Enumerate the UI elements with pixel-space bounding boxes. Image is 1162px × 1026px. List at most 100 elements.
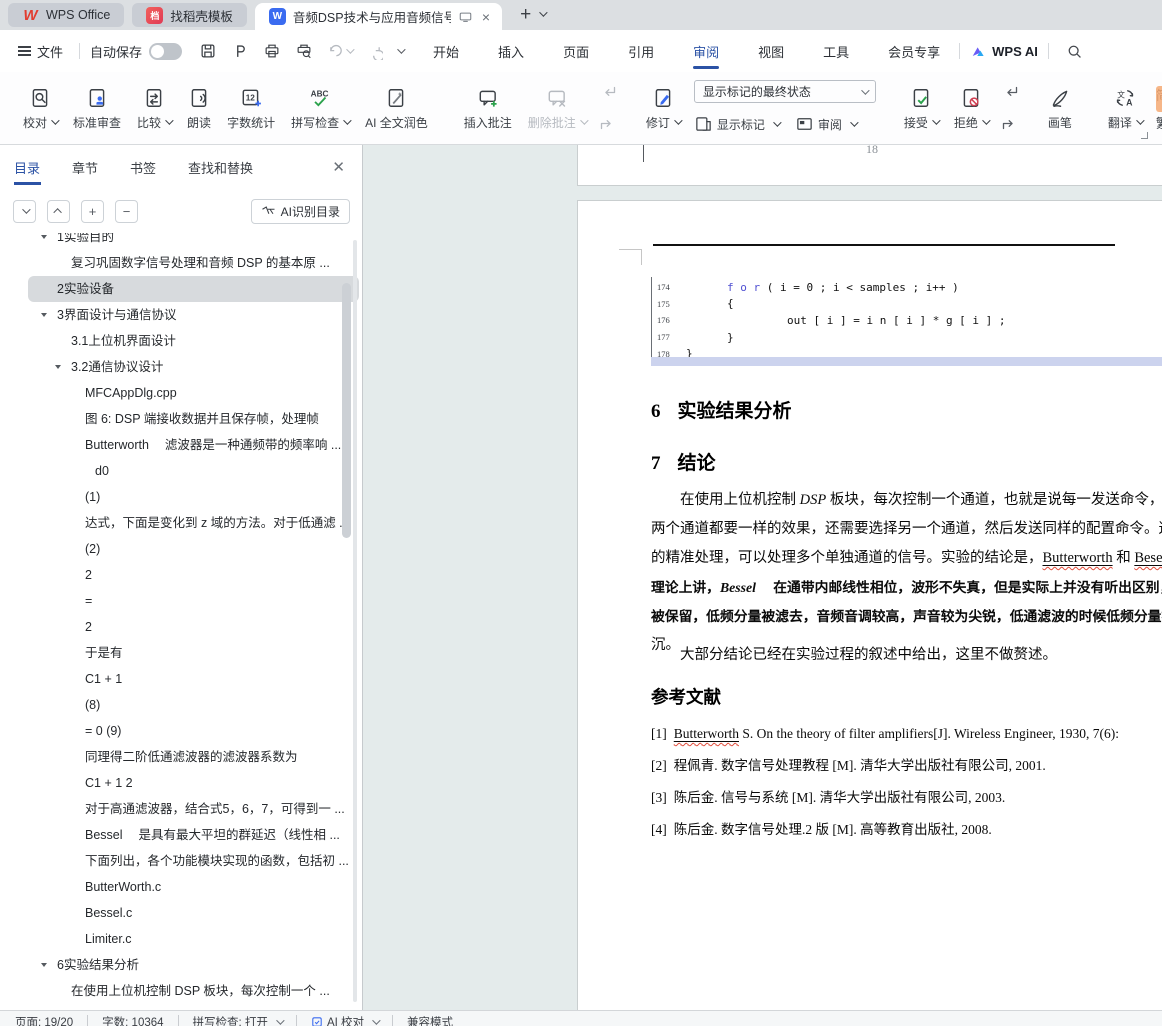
menu-item-7[interactable]: 会员专享 xyxy=(887,38,941,65)
menu-item-2[interactable]: 页面 xyxy=(562,38,590,65)
print-preview-icon[interactable] xyxy=(288,42,320,60)
toc-item[interactable]: 在使用上位机控制 DSP 板块，每次控制一个 ... xyxy=(0,978,363,1004)
toc-item[interactable]: (2) xyxy=(0,536,363,562)
menu-item-5[interactable]: 视图 xyxy=(757,38,785,65)
spellcheck-status[interactable]: 拼写检查: 打开 xyxy=(193,1014,282,1026)
toc-item[interactable]: 下面列出，各个功能模块实现的函数，包括初 ... xyxy=(0,848,363,874)
markup-state-dropdown[interactable]: 显示标记的最终状态 xyxy=(694,80,876,103)
sidebar-scrollbar[interactable] xyxy=(342,283,351,538)
page-18-fragment[interactable]: 18 xyxy=(577,145,1162,186)
toc-item[interactable]: d0 xyxy=(0,458,363,484)
close-tab-icon[interactable]: × xyxy=(480,9,492,25)
accept-change-button[interactable]: 接受 xyxy=(896,76,946,140)
delete-comment-button[interactable]: 删除批注 xyxy=(520,76,594,140)
zoom-in-toc-button[interactable]: + xyxy=(81,200,104,223)
review-pane-button[interactable]: 审阅 xyxy=(795,112,856,136)
ai-polish-button[interactable]: AI 全文润色 xyxy=(357,76,436,140)
toc-item[interactable]: 6实验结果分析 xyxy=(0,952,363,978)
tab-chapters[interactable]: 章节 xyxy=(72,153,98,182)
tab-find-replace[interactable]: 查找和替换 xyxy=(188,153,253,182)
toc-item[interactable]: 2实验设备 xyxy=(28,276,359,302)
menu-item-0[interactable]: 开始 xyxy=(432,38,460,65)
read-aloud-button[interactable]: 朗读 xyxy=(179,76,219,140)
toc-item[interactable]: (8) xyxy=(0,692,363,718)
toc-item[interactable]: = 0 (9) xyxy=(0,718,363,744)
previous-change-icon[interactable] xyxy=(1000,83,1020,103)
reading-layout-icon[interactable] xyxy=(458,9,473,24)
toc-collapse-icon[interactable] xyxy=(41,313,47,317)
toc-item[interactable]: Bessel 是具有最大平坦的群延迟（线性相 ... xyxy=(0,822,363,848)
ribbon-expand-icon[interactable] xyxy=(1141,132,1148,139)
toc-item[interactable]: Bessel.c xyxy=(0,900,363,926)
toc-item[interactable]: 2 xyxy=(0,562,363,588)
toc-item[interactable]: (1) xyxy=(0,484,363,510)
expand-all-button[interactable] xyxy=(13,200,36,223)
undo-icon[interactable] xyxy=(320,43,359,60)
autosave-toggle[interactable] xyxy=(149,43,182,60)
spell-check-button[interactable]: ABC拼写检查 xyxy=(283,76,357,140)
show-markup-button[interactable]: 显示标记 xyxy=(694,112,779,136)
toc-item[interactable]: 图 6: DSP 端接收数据并且保存帧，处理帧 xyxy=(0,406,363,432)
toc-item[interactable]: C1 + 1 xyxy=(0,666,363,692)
track-changes-button[interactable]: 修订 xyxy=(638,76,688,140)
toc-collapse-icon[interactable] xyxy=(41,963,47,967)
toc-item[interactable]: C1 + 1 2 xyxy=(0,770,363,796)
export-pdf-icon[interactable] xyxy=(224,42,256,60)
toc-item[interactable]: Butterworth 滤波器是一种通频带的频率响 ... xyxy=(0,432,363,458)
tab-contents[interactable]: 目录 xyxy=(14,153,40,182)
collapse-all-button[interactable] xyxy=(47,200,70,223)
toc-item[interactable]: MFCAppDlg.cpp xyxy=(0,380,363,406)
proofread-button[interactable]: 校对 xyxy=(15,76,65,140)
toc-item[interactable]: 复习巩固数字信号处理和音频 DSP 的基本原 ... xyxy=(0,250,363,276)
to-simplified-button[interactable]: 繁→转简 xyxy=(1156,110,1162,134)
menu-item-6[interactable]: 工具 xyxy=(822,38,850,65)
search-icon[interactable] xyxy=(1059,43,1090,60)
toc-item[interactable]: 对于高通滤波器，结合式5，6，7，可得到一 ... xyxy=(0,796,363,822)
toc-item[interactable]: 3.2通信协议设计 xyxy=(0,354,363,380)
page-19[interactable]: 174f o r ( i = 0 ; i < samples ; i++ )17… xyxy=(577,200,1162,1010)
toc-item[interactable]: Limiter.c xyxy=(0,926,363,952)
previous-comment-icon[interactable] xyxy=(598,83,618,103)
new-tab-button[interactable]: + xyxy=(520,4,531,26)
compare-button[interactable]: 比较 xyxy=(129,76,179,140)
redo-icon[interactable] xyxy=(359,43,390,60)
tab-wps-office[interactable]: W WPS Office xyxy=(8,3,124,27)
save-icon[interactable] xyxy=(192,42,224,60)
menu-item-1[interactable]: 插入 xyxy=(497,38,525,65)
sidebar-scroll-track[interactable] xyxy=(353,240,357,1002)
insert-comment-button[interactable]: 插入批注 xyxy=(456,76,520,140)
menu-item-3[interactable]: 引用 xyxy=(627,38,655,65)
toc-item[interactable]: 达式，下面是变化到 z 域的方法。对于低通滤 ... xyxy=(0,510,363,536)
print-icon[interactable] xyxy=(256,42,288,60)
toc-item[interactable]: 3.1上位机界面设计 xyxy=(0,328,363,354)
close-sidebar-icon[interactable]: ✕ xyxy=(332,158,345,176)
translate-button[interactable]: 文A翻译 xyxy=(1100,76,1150,140)
next-change-icon[interactable] xyxy=(1000,113,1020,133)
toc-item[interactable]: = xyxy=(0,588,363,614)
toc-item[interactable]: 于是有 xyxy=(0,640,363,666)
toc-collapse-icon[interactable] xyxy=(55,365,61,369)
hamburger-icon xyxy=(18,44,31,59)
toc-collapse-icon[interactable] xyxy=(41,235,47,239)
tab-document[interactable]: W 音频DSP技术与应用音频信号 × xyxy=(255,3,502,30)
toc-item[interactable]: 2 xyxy=(0,614,363,640)
tab-list-dropdown-icon[interactable] xyxy=(535,4,545,22)
file-menu-button[interactable]: 文件 xyxy=(12,42,69,61)
reject-change-button[interactable]: 拒绝 xyxy=(946,76,996,140)
standard-review-button[interactable]: 标准审查 xyxy=(65,76,129,140)
ai-detect-toc-button[interactable]: AI识别目录 xyxy=(251,199,350,224)
toc-item[interactable]: ButterWorth.c xyxy=(0,874,363,900)
zoom-out-toc-button[interactable]: − xyxy=(115,200,138,223)
quick-toolbar-dropdown-icon[interactable] xyxy=(390,48,410,54)
menu-item-4[interactable]: 审阅 xyxy=(692,38,720,65)
tab-bookmarks[interactable]: 书签 xyxy=(130,153,156,182)
ink-brush-button[interactable]: 画笔 xyxy=(1040,76,1080,140)
toc-item[interactable]: 1实验目的 xyxy=(0,233,363,250)
ai-proofread-status[interactable]: AI 校对 xyxy=(311,1014,378,1026)
tab-docer-templates[interactable]: 档 找稻壳模板 xyxy=(132,3,247,27)
next-comment-icon[interactable] xyxy=(598,113,618,133)
word-count-button[interactable]: 12字数统计 xyxy=(219,76,283,140)
toc-item[interactable]: 同理得二阶低通滤波器的滤波器系数为 xyxy=(0,744,363,770)
wps-ai-button[interactable]: WPS AI xyxy=(970,44,1038,59)
toc-item[interactable]: 3界面设计与通信协议 xyxy=(0,302,363,328)
